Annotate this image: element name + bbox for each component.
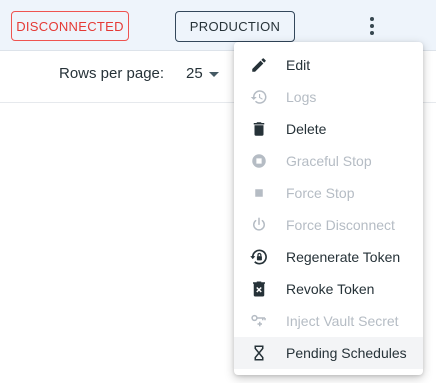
menu-item-force-stop: Force Stop bbox=[234, 177, 423, 209]
power-icon bbox=[249, 216, 269, 234]
menu-item-force-disconnect: Force Disconnect bbox=[234, 209, 423, 241]
stop-circle-icon bbox=[249, 152, 269, 170]
status-badge: DISCONNECTED bbox=[11, 11, 129, 41]
menu-item-logs: Logs bbox=[234, 81, 423, 113]
menu-item-label: Force Stop bbox=[286, 185, 355, 201]
menu-item-label: Inject Vault Secret bbox=[286, 313, 399, 329]
chevron-down-icon[interactable] bbox=[209, 72, 219, 77]
trash-icon bbox=[249, 120, 269, 138]
stop-square-icon bbox=[249, 184, 269, 202]
menu-item-edit[interactable]: Edit bbox=[234, 49, 423, 81]
menu-item-pending-schedules[interactable]: Pending Schedules bbox=[234, 337, 423, 369]
key-plus-icon bbox=[249, 312, 269, 330]
more-options-icon[interactable] bbox=[358, 12, 386, 40]
rows-per-page-label: Rows per page: bbox=[59, 65, 165, 82]
menu-item-delete[interactable]: Delete bbox=[234, 113, 423, 145]
menu-item-label: Revoke Token bbox=[286, 281, 375, 297]
menu-item-regenerate-token[interactable]: Regenerate Token bbox=[234, 241, 423, 273]
environment-badge: PRODUCTION bbox=[175, 11, 295, 42]
menu-item-label: Pending Schedules bbox=[286, 345, 407, 361]
delete-box-icon bbox=[249, 280, 269, 298]
menu-item-label: Logs bbox=[286, 89, 317, 105]
menu-item-label: Regenerate Token bbox=[286, 249, 401, 265]
actions-menu: Edit Logs Delete Graceful Stop Force Sto… bbox=[234, 42, 423, 375]
menu-item-inject-vault-secret: Inject Vault Secret bbox=[234, 305, 423, 337]
menu-item-label: Delete bbox=[286, 121, 327, 137]
hourglass-icon bbox=[249, 344, 269, 362]
menu-item-label: Graceful Stop bbox=[286, 153, 372, 169]
menu-item-graceful-stop: Graceful Stop bbox=[234, 145, 423, 177]
history-icon bbox=[249, 88, 269, 106]
menu-item-label: Edit bbox=[286, 57, 311, 73]
rows-per-page-select[interactable]: 25 bbox=[186, 65, 203, 82]
menu-item-revoke-token[interactable]: Revoke Token bbox=[234, 273, 423, 305]
lock-reset-icon bbox=[249, 248, 269, 266]
pencil-icon bbox=[249, 56, 269, 74]
menu-item-label: Force Disconnect bbox=[286, 217, 395, 233]
